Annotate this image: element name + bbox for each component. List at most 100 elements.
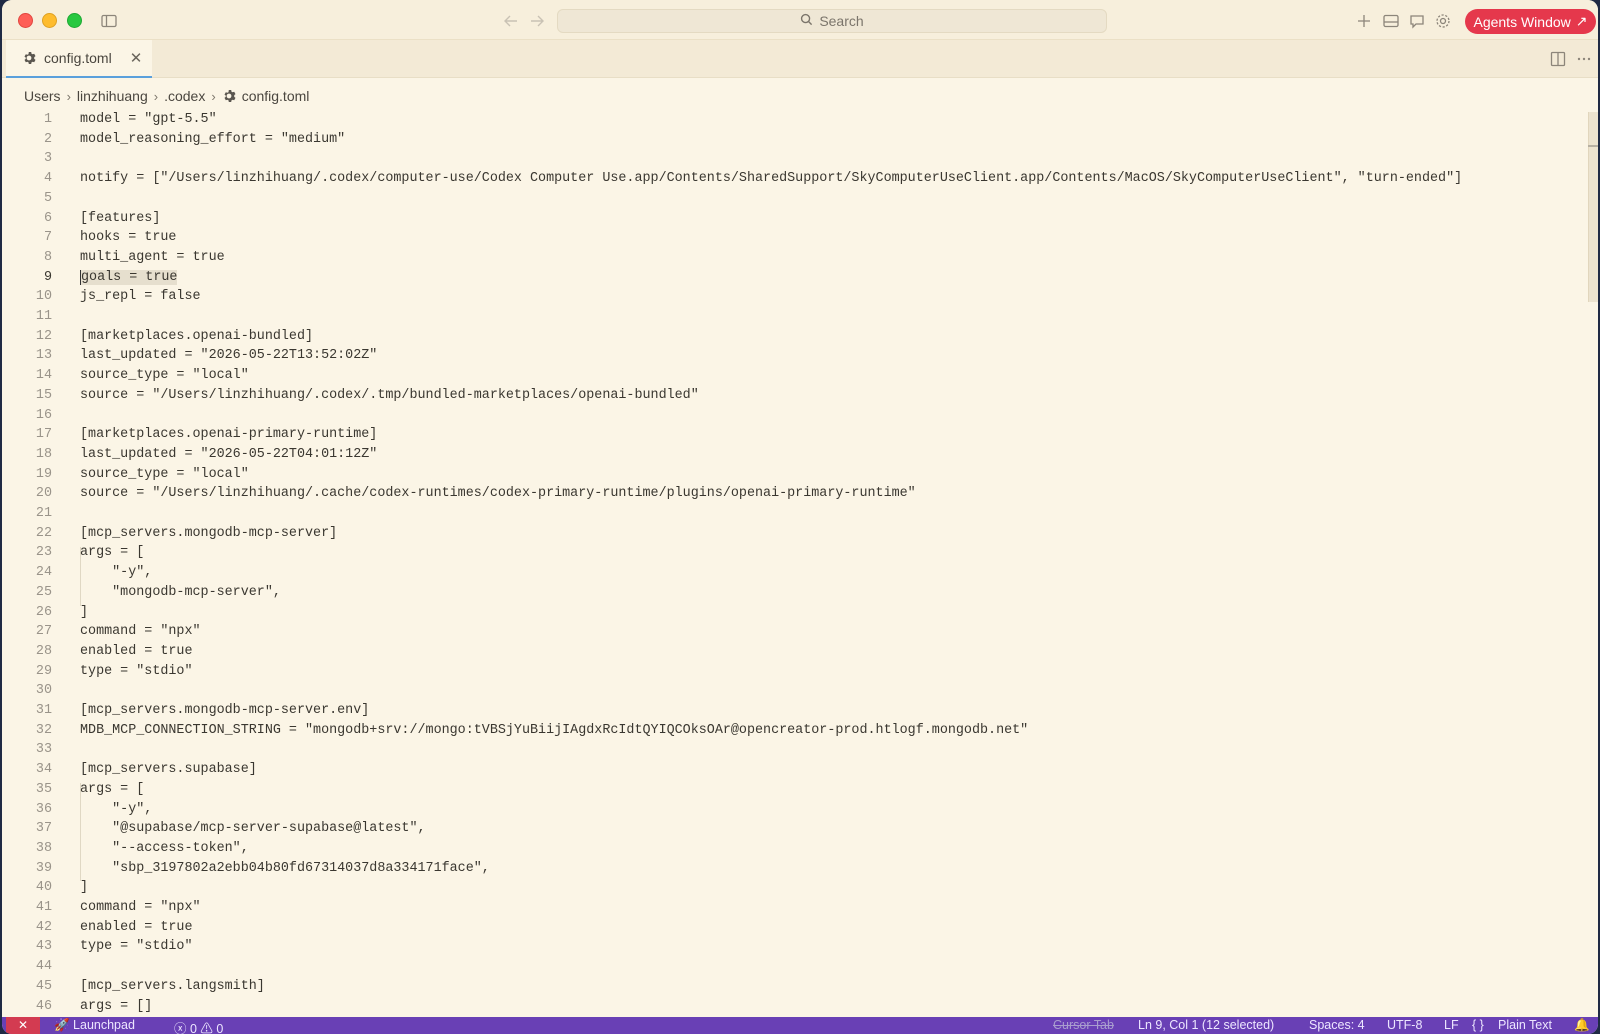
bell-icon[interactable]: 🔔 bbox=[1574, 1018, 1590, 1033]
code-line[interactable]: 16 bbox=[2, 408, 1562, 428]
line-number: 22 bbox=[35, 525, 52, 541]
code-line[interactable]: 14 source_type = "local" bbox=[2, 368, 1562, 388]
code-line[interactable]: 34 [mcp_servers.supabase] bbox=[2, 762, 1562, 782]
code-line[interactable]: 46 args = [] bbox=[2, 999, 1562, 1019]
code-line[interactable]: 33 bbox=[2, 742, 1562, 762]
code-line[interactable]: 23 args = [ bbox=[2, 545, 1562, 565]
code-line[interactable]: 28 enabled = true bbox=[2, 644, 1562, 664]
launchpad-label: Launchpad bbox=[73, 1018, 135, 1032]
agents-window-button[interactable]: Agents Window ↗ bbox=[1465, 9, 1596, 34]
more-actions-icon[interactable] bbox=[1575, 50, 1593, 68]
gear-icon[interactable] bbox=[1434, 12, 1452, 30]
code-line[interactable]: 45 [mcp_servers.langsmith] bbox=[2, 979, 1562, 999]
minimize-window-button[interactable] bbox=[42, 13, 57, 28]
code-line[interactable]: 24 "-y", bbox=[2, 565, 1562, 585]
code-line[interactable]: 44 bbox=[2, 959, 1562, 979]
code-line[interactable]: 39 "sbp_3197802a2ebb04b80fd67314037d8a33… bbox=[2, 861, 1562, 881]
line-number: 32 bbox=[35, 722, 52, 738]
code-text: "-y", bbox=[80, 801, 153, 817]
code-line[interactable]: 32 MDB_MCP_CONNECTION_STRING = "mongodb+s… bbox=[2, 723, 1562, 743]
code-line[interactable]: 8 multi_agent = true bbox=[2, 250, 1562, 270]
code-line[interactable]: 3 bbox=[2, 151, 1562, 171]
code-line[interactable]: 19 source_type = "local" bbox=[2, 467, 1562, 487]
search-input[interactable]: Search bbox=[557, 9, 1107, 33]
line-number: 46 bbox=[35, 998, 52, 1014]
line-number: 14 bbox=[35, 368, 52, 384]
breadcrumb-item-linzhihuang[interactable]: linzhihuang bbox=[77, 88, 148, 104]
language-mode-status[interactable]: Plain Text bbox=[1498, 1018, 1552, 1032]
breadcrumb-item-users[interactable]: Users bbox=[24, 88, 61, 104]
code-line[interactable]: 43 type = "stdio" bbox=[2, 939, 1562, 959]
code-line[interactable]: 29 type = "stdio" bbox=[2, 664, 1562, 684]
code-line[interactable]: 22 [mcp_servers.mongodb-mcp-server] bbox=[2, 526, 1562, 546]
code-line[interactable]: 4 notify = ["/Users/linzhihuang/.codex/co… bbox=[2, 171, 1562, 191]
plus-icon[interactable] bbox=[1355, 12, 1373, 30]
code-line[interactable]: 18 last_updated = "2026-05-22T04:01:12Z" bbox=[2, 447, 1562, 467]
encoding-status[interactable]: UTF-8 bbox=[1387, 1018, 1422, 1032]
line-number: 17 bbox=[35, 427, 52, 443]
back-arrow-icon[interactable] bbox=[502, 12, 520, 30]
tab-config-toml[interactable]: config.toml ✕ bbox=[6, 40, 152, 78]
forward-arrow-icon[interactable] bbox=[528, 12, 546, 30]
line-number: 41 bbox=[35, 900, 52, 915]
indentation-status[interactable]: Spaces: 4 bbox=[1309, 1018, 1365, 1032]
toggle-sidebar-icon[interactable] bbox=[100, 12, 118, 30]
eol-status[interactable]: LF bbox=[1444, 1018, 1459, 1032]
launchpad-status[interactable]: 🚀 Launchpad bbox=[54, 1018, 135, 1033]
code-line[interactable]: 31 [mcp_servers.mongodb-mcp-server.env] bbox=[2, 703, 1562, 723]
code-line[interactable]: 21 bbox=[2, 506, 1562, 526]
code-line[interactable]: 2 model_reasoning_effort = "medium" bbox=[2, 132, 1562, 152]
code-text: ] bbox=[80, 880, 89, 896]
breadcrumb-item-config-toml[interactable]: config.toml bbox=[242, 88, 310, 104]
breadcrumb-item-codex[interactable]: .codex bbox=[164, 88, 205, 104]
editor-window: Search Agents Window ↗ config.toml ✕ Use… bbox=[2, 0, 1598, 1034]
scrollbar-cursor-marker bbox=[1588, 145, 1598, 147]
code-line[interactable]: 38 "--access-token", bbox=[2, 841, 1562, 861]
code-line[interactable]: 41 command = "npx" bbox=[2, 900, 1562, 920]
code-line[interactable]: 35 args = [ bbox=[2, 782, 1562, 802]
line-number: 35 bbox=[35, 781, 52, 797]
code-line[interactable]: 10 js_repl = false bbox=[2, 289, 1562, 309]
editor-scrollbar[interactable] bbox=[1588, 112, 1598, 1002]
close-window-button[interactable] bbox=[18, 13, 33, 28]
code-line[interactable]: 25 "mongodb-mcp-server", bbox=[2, 585, 1562, 605]
code-line[interactable]: 37 "@supabase/mcp-server-supabase@latest… bbox=[2, 821, 1562, 841]
code-line[interactable]: 15 source = "/Users/linzhihuang/.codex/.t… bbox=[2, 388, 1562, 408]
code-line[interactable]: 30 bbox=[2, 683, 1562, 703]
code-line[interactable]: 5 bbox=[2, 191, 1562, 211]
code-line[interactable]: 42 enabled = true bbox=[2, 920, 1562, 940]
code-text: goals = true bbox=[80, 269, 178, 285]
maximize-window-button[interactable] bbox=[67, 13, 82, 28]
code-line[interactable]: 13 last_updated = "2026-05-22T13:52:02Z" bbox=[2, 348, 1562, 368]
code-text: multi_agent = true bbox=[80, 249, 225, 265]
code-line[interactable]: 11 bbox=[2, 309, 1562, 329]
remote-indicator[interactable]: ✕ bbox=[6, 1017, 40, 1034]
code-text: source_type = "local" bbox=[80, 368, 249, 384]
code-line[interactable]: 12 [marketplaces.openai-bundled] bbox=[2, 329, 1562, 349]
gear-icon bbox=[22, 51, 36, 65]
scrollbar-thumb[interactable] bbox=[1588, 112, 1598, 302]
code-line[interactable]: 6 [features] bbox=[2, 211, 1562, 231]
code-line[interactable]: 26] bbox=[2, 605, 1562, 625]
split-editor-icon[interactable] bbox=[1549, 50, 1567, 68]
chat-icon[interactable] bbox=[1408, 12, 1426, 30]
cursor-tab-status[interactable]: Cursor Tab bbox=[1053, 1018, 1114, 1032]
code-line[interactable]: 36 "-y", bbox=[2, 802, 1562, 822]
problems-status[interactable]: ⓧ 0 ⚠ 0 bbox=[174, 1018, 223, 1034]
code-editor[interactable]: 1 model = "gpt-5.5" 2 model_reasoning_effor… bbox=[2, 112, 1562, 1017]
line-number: 3 bbox=[43, 151, 52, 167]
agents-window-label: Agents Window bbox=[1473, 13, 1571, 30]
code-text: model_reasoning_effort = "medium" bbox=[80, 131, 346, 147]
close-tab-icon[interactable]: ✕ bbox=[130, 49, 143, 67]
code-line[interactable]: 7 hooks = true bbox=[2, 230, 1562, 250]
code-line[interactable]: 9 goals = true bbox=[2, 269, 1562, 290]
code-text: command = "npx" bbox=[80, 900, 201, 915]
code-line[interactable]: 27 command = "npx" bbox=[2, 624, 1562, 644]
code-line[interactable]: 17 [marketplaces.openai-primary-runtime] bbox=[2, 427, 1562, 447]
panel-icon[interactable] bbox=[1382, 12, 1400, 30]
cursor-position-status[interactable]: Ln 9, Col 1 (12 selected) bbox=[1138, 1018, 1274, 1032]
code-line[interactable]: 40] bbox=[2, 880, 1562, 900]
line-number: 11 bbox=[35, 309, 52, 324]
code-line[interactable]: 1 model = "gpt-5.5" bbox=[2, 112, 1562, 132]
code-line[interactable]: 20 source = "/Users/linzhihuang/.cache/co… bbox=[2, 486, 1562, 506]
